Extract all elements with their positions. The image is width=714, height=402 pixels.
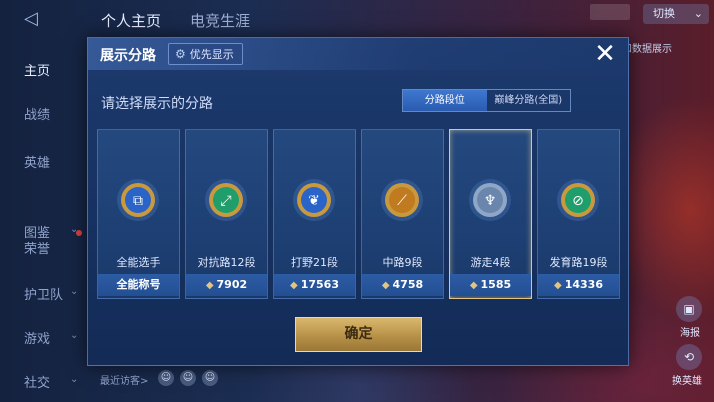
dialog-title: 展示分路 (100, 48, 156, 64)
dialog-subtitle: 请选择展示的分路 (101, 96, 213, 112)
svg-text:⟋: ⟋ (397, 193, 407, 209)
lane-badge-icon: ⟋ (381, 179, 423, 221)
priority-display-button[interactable]: ⚙ 优先显示 (168, 43, 243, 65)
sidebar-item-home[interactable]: 主页 (24, 60, 50, 79)
sidebar-item-record[interactable]: 战绩 (24, 104, 50, 123)
mode-segmented-control: 分路段位 巅峰分路(全国) (402, 89, 571, 112)
chevron-down-icon: ⌄ (693, 7, 703, 20)
score-diamond-icon: ◆ (381, 280, 390, 291)
top-right-badge (590, 4, 630, 20)
lane-card-footer: ◆ 1585 (450, 274, 531, 296)
svg-text:⊘: ⊘ (572, 193, 584, 209)
tab-peak-lane[interactable]: 巅峰分路(全国) (487, 90, 571, 111)
lane-card-score: 14336 (564, 278, 603, 291)
lane-card[interactable]: ⟋ 中路9段 ◆ 4758 (361, 129, 444, 299)
lane-card-name: 打野21段 (291, 256, 338, 269)
recent-visitors-link[interactable]: 最近访客> (100, 372, 148, 387)
lane-card-name: 对抗路12段 (197, 256, 256, 269)
chevron-down-icon: ⌄ (70, 374, 79, 385)
top-bar: ◁ 个人主页 电竞生涯 切换 ⌄ 式和数据展示 (0, 0, 714, 55)
lane-card[interactable]: ⊘ 发育路19段 ◆ 14336 (537, 129, 620, 299)
lane-card-footer: 全能称号 (98, 274, 179, 296)
poster-label: 海报 (680, 328, 700, 339)
sidebar-item-honor[interactable]: 荣誉 (24, 238, 50, 257)
lane-card-score: 全能称号 (116, 278, 161, 291)
lane-card[interactable]: ⧉ 全能选手全能称号 (97, 129, 180, 299)
tab-personal-home[interactable]: 个人主页 (101, 10, 161, 31)
sidebar: 主页 战绩 英雄 图鉴 ⌄ 荣誉 护卫队 ⌄ 游戏 ⌄ 社交 ⌄ (0, 38, 90, 402)
lane-card[interactable]: ♆ 游走4段 ◆ 1585 (449, 129, 532, 299)
switch-dropdown-label: 切换 (653, 7, 675, 20)
priority-display-label: 优先显示 (189, 48, 234, 61)
lane-card-score: 17563 (300, 278, 339, 291)
lane-card-footer: ◆ 17563 (274, 274, 355, 296)
lane-badge-icon: ⊘ (557, 179, 599, 221)
sidebar-item-heroes[interactable]: 英雄 (24, 152, 50, 171)
sidebar-item-guard[interactable]: 护卫队 (24, 284, 63, 303)
lane-card-score: 4758 (392, 278, 424, 291)
switch-dropdown[interactable]: 切换 ⌄ (643, 4, 709, 24)
score-diamond-icon: ◆ (290, 280, 298, 291)
lane-card[interactable]: ⤢ 对抗路12段 ◆ 7902 (185, 129, 268, 299)
app-logo-icon: ◁ (24, 8, 38, 29)
tab-lane-rank[interactable]: 分路段位 (403, 90, 487, 111)
lane-card-name: 发育路19段 (549, 256, 608, 269)
lane-badge-icon: ❦ (293, 179, 335, 221)
lane-badge-icon: ♆ (469, 179, 511, 221)
lane-card-footer: ◆ 14336 (538, 274, 619, 296)
lane-card-score: 7902 (216, 278, 248, 291)
lane-card-name: 全能选手 (116, 256, 161, 269)
lane-card-score: 1585 (480, 278, 512, 291)
gear-icon: ⚙ (175, 47, 186, 61)
lane-display-dialog: 展示分路 ⚙ 优先显示 ✕ 请选择展示的分路 分路段位 巅峰分路(全国) ⧉ 全能… (87, 37, 629, 366)
chevron-down-icon: ⌄ (70, 286, 79, 297)
dialog-header: 展示分路 ⚙ 优先显示 ✕ (88, 38, 628, 70)
tab-esports-career[interactable]: 电竞生涯 (190, 10, 250, 31)
visitor-avatar[interactable]: ☺ (202, 370, 218, 386)
svg-text:♆: ♆ (484, 193, 497, 209)
score-diamond-icon: ◆ (469, 280, 478, 291)
lane-badge-icon: ⤢ (205, 179, 247, 221)
lane-card-name: 游走4段 (470, 256, 511, 269)
sidebar-item-social[interactable]: 社交 (24, 372, 50, 391)
svg-text:⤢: ⤢ (220, 193, 231, 209)
lane-card-footer: ◆ 4758 (362, 274, 443, 296)
visitor-avatar[interactable]: ☺ (180, 370, 196, 386)
confirm-button[interactable]: 确定 (295, 317, 422, 352)
svg-text:⧉: ⧉ (133, 193, 143, 209)
swap-hero-label: 换英雄 (672, 376, 702, 387)
visitor-avatar[interactable]: ☺ (158, 370, 174, 386)
close-icon[interactable]: ✕ (591, 40, 619, 68)
score-diamond-icon: ◆ (554, 280, 562, 291)
sidebar-item-game[interactable]: 游戏 (24, 328, 50, 347)
swap-hero-icon[interactable]: ⟲ (676, 344, 702, 370)
lane-badge-icon: ⧉ (117, 179, 159, 221)
lane-card[interactable]: ❦ 打野21段 ◆ 17563 (273, 129, 356, 299)
svg-text:❦: ❦ (308, 193, 320, 209)
lane-card-name: 中路9段 (382, 256, 423, 269)
chevron-down-icon: ⌄ (70, 330, 79, 341)
score-diamond-icon: ◆ (205, 280, 214, 291)
poster-icon[interactable]: ▣ (676, 296, 702, 322)
lane-card-footer: ◆ 7902 (186, 274, 267, 296)
notification-dot (76, 230, 82, 236)
